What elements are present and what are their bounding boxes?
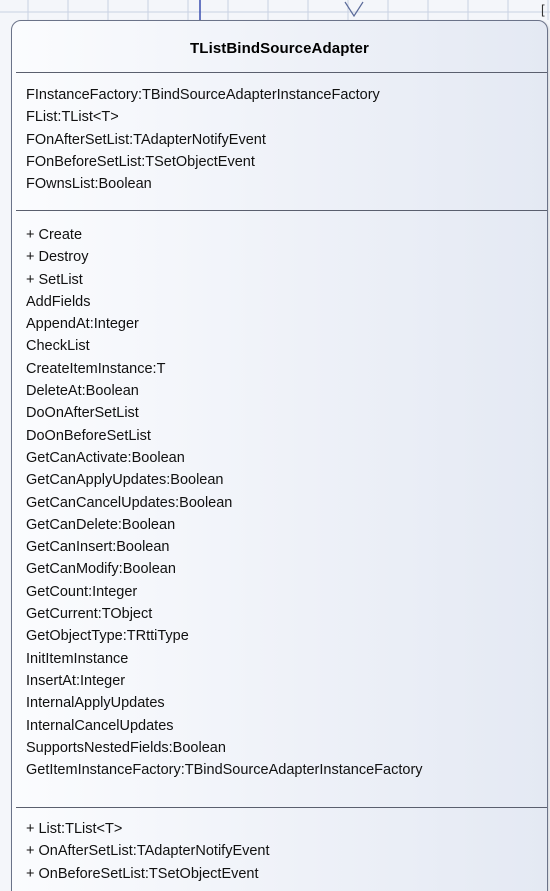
class-method[interactable]: AppendAt:Integer [26, 313, 543, 335]
class-method[interactable]: GetCurrent:TObject [26, 603, 543, 625]
class-method[interactable]: + SetList [26, 269, 543, 291]
class-method[interactable]: GetCanApplyUpdates:Boolean [26, 469, 543, 491]
class-field[interactable]: FInstanceFactory:TBindSourceAdapterInsta… [26, 84, 543, 106]
class-property[interactable]: + OnBeforeSetList:TSetObjectEvent [26, 863, 543, 885]
class-method[interactable]: AddFields [26, 291, 543, 313]
class-field[interactable]: FOnBeforeSetList:TSetObjectEvent [26, 151, 543, 173]
methods-compartment: + Create + Destroy + SetList AddFields Appen… [26, 224, 543, 781]
properties-compartment: + List:TList<T> + OnAfterSetList:TAdapter… [26, 818, 543, 885]
fields-divider [16, 210, 547, 211]
class-method[interactable]: GetItemInstanceFactory:TBindSourceAdapte… [26, 759, 543, 781]
class-method[interactable]: DoOnAfterSetList [26, 402, 543, 424]
class-method[interactable]: InitItemInstance [26, 648, 543, 670]
class-method[interactable]: InternalApplyUpdates [26, 692, 543, 714]
class-method[interactable]: CreateItemInstance:T [26, 358, 543, 380]
class-field[interactable]: FList:TList<T> [26, 106, 543, 128]
class-property[interactable]: + List:TList<T> [26, 818, 543, 840]
class-method[interactable]: SupportsNestedFields:Boolean [26, 737, 543, 759]
edge-glyph: [ [541, 2, 545, 17]
class-method[interactable]: InsertAt:Integer [26, 670, 543, 692]
class-property[interactable]: + OnAfterSetList:TAdapterNotifyEvent [26, 840, 543, 862]
class-method[interactable]: + Destroy [26, 246, 543, 268]
uml-class-box[interactable]: TListBindSourceAdapter FInstanceFactory:… [11, 20, 548, 891]
class-method[interactable]: GetCanInsert:Boolean [26, 536, 543, 558]
methods-divider [16, 807, 547, 808]
class-method[interactable]: GetCount:Integer [26, 581, 543, 603]
class-field[interactable]: FOnAfterSetList:TAdapterNotifyEvent [26, 129, 543, 151]
class-method[interactable]: GetCanModify:Boolean [26, 558, 543, 580]
class-name: TListBindSourceAdapter [190, 40, 369, 57]
class-method[interactable]: DeleteAt:Boolean [26, 380, 543, 402]
class-method[interactable]: GetCanActivate:Boolean [26, 447, 543, 469]
class-method[interactable]: + Create [26, 224, 543, 246]
diagram-canvas: [ TListBindSourceAdapter FInstanceFactor… [0, 0, 550, 891]
class-field[interactable]: FOwnsList:Boolean [26, 173, 543, 195]
fields-compartment: FInstanceFactory:TBindSourceAdapterInsta… [26, 84, 543, 195]
class-method[interactable]: GetCanDelete:Boolean [26, 514, 543, 536]
class-method[interactable]: GetObjectType:TRttiType [26, 625, 543, 647]
class-method[interactable]: InternalCancelUpdates [26, 715, 543, 737]
title-divider [16, 72, 547, 73]
grid-lines [0, 0, 550, 20]
class-method[interactable]: CheckList [26, 335, 543, 357]
class-method[interactable]: DoOnBeforeSetList [26, 425, 543, 447]
class-method[interactable]: GetCanCancelUpdates:Boolean [26, 492, 543, 514]
